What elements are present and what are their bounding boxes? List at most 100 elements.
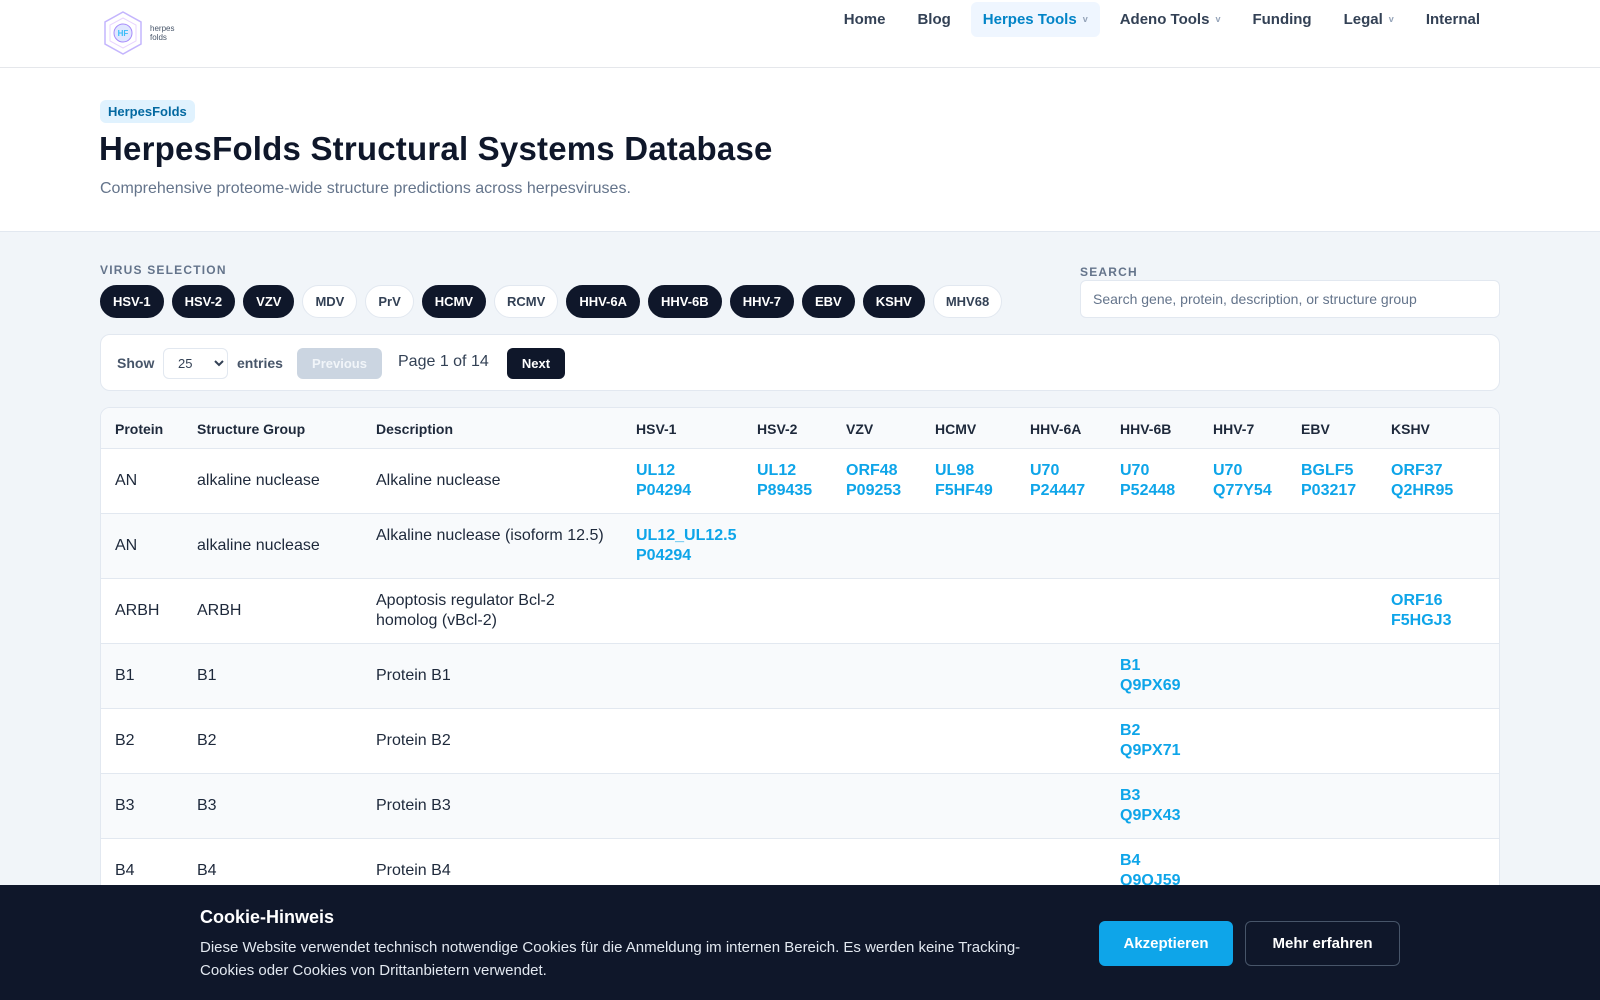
- gene-name: BGLF5: [1301, 462, 1354, 479]
- learn-more-button[interactable]: Mehr erfahren: [1245, 921, 1400, 966]
- table-header: Protein Structure Group Description HSV-1 HS…: [101, 408, 1499, 449]
- virus-chip-hcmv[interactable]: HCMV: [421, 285, 487, 318]
- virus-chip-hsv-2[interactable]: HSV-2: [171, 285, 236, 318]
- structure-link[interactable]: ORF16 F5HGJ3: [1391, 591, 1451, 631]
- structure-group-cell: B4: [197, 862, 217, 879]
- description-cell: Protein B1: [376, 667, 451, 684]
- protein-cell: B2: [115, 732, 135, 749]
- show-label: Show: [117, 355, 155, 371]
- virus-chip-hhv-6a[interactable]: HHV-6A: [566, 285, 640, 318]
- column-header-hhv-6a[interactable]: HHV-6A: [1030, 421, 1081, 437]
- column-header-ebv[interactable]: EBV: [1301, 421, 1330, 437]
- column-header-description[interactable]: Description: [376, 421, 453, 437]
- column-header-vzv[interactable]: VZV: [846, 421, 873, 437]
- structure-link[interactable]: BGLF5 P03217: [1301, 461, 1356, 501]
- page-subtitle: Comprehensive proteome-wide structure pr…: [100, 180, 631, 197]
- uniprot-accession: Q9PX43: [1120, 807, 1181, 824]
- protein-cell: ARBH: [115, 602, 160, 619]
- logo-mark-icon: HF: [100, 10, 146, 56]
- structure-link[interactable]: UL98 F5HF49: [935, 461, 993, 501]
- structure-link[interactable]: UL12 P89435: [757, 461, 812, 501]
- nav-link-legal[interactable]: Legal v: [1332, 2, 1406, 37]
- structure-link[interactable]: ORF37 Q2HR95: [1391, 461, 1453, 501]
- description-cell: Alkaline nuclease (isoform 12.5): [376, 527, 604, 544]
- table-row: ARBH ARBH Apoptosis regulator Bcl-2 homolo…: [101, 579, 1499, 644]
- structure-link[interactable]: UL12_UL12.5 P04294: [636, 526, 737, 566]
- uniprot-accession: F5HGJ3: [1391, 612, 1452, 629]
- chevron-down-icon: v: [1082, 14, 1088, 24]
- virus-selection-label: VIRUS SELECTION: [100, 263, 227, 277]
- structure-link[interactable]: U70 P24447: [1030, 461, 1085, 501]
- structure-link[interactable]: U70 P52448: [1120, 461, 1175, 501]
- column-header-hhv-7[interactable]: HHV-7: [1213, 421, 1254, 437]
- nav-link-label: Legal: [1343, 10, 1383, 28]
- virus-chip-hsv-1[interactable]: HSV-1: [100, 285, 164, 318]
- column-header-hsv-2[interactable]: HSV-2: [757, 421, 797, 437]
- page-info: Page 1 of 14: [398, 353, 489, 370]
- virus-chip-rcmv[interactable]: RCMV: [494, 285, 559, 318]
- structure-link[interactable]: U70 Q77Y54: [1213, 461, 1272, 501]
- nav-link-label: Herpes Tools: [982, 10, 1077, 28]
- virus-chip-mdv[interactable]: MDV: [302, 285, 358, 318]
- previous-button[interactable]: Previous: [297, 348, 382, 379]
- nav-link-blog[interactable]: Blog: [905, 2, 962, 37]
- search-input[interactable]: [1080, 280, 1500, 318]
- nav-link-home[interactable]: Home: [832, 2, 898, 37]
- structure-link[interactable]: B2 Q9PX71: [1120, 721, 1180, 761]
- uniprot-accession: P09253: [846, 482, 902, 499]
- protein-cell: B1: [115, 667, 135, 684]
- uniprot-accession: P89435: [757, 482, 813, 499]
- description-cell: Protein B4: [376, 862, 451, 879]
- virus-chip-group: HSV-1 HSV-2 VZV MDV PrV HCMV RCMV HHV-6A HHV-6B H…: [100, 285, 1003, 318]
- column-header-kshv[interactable]: KSHV: [1391, 421, 1430, 437]
- nav-link-adeno-tools[interactable]: Adeno Tools v: [1108, 2, 1233, 37]
- column-header-hhv-6b[interactable]: HHV-6B: [1120, 421, 1171, 437]
- column-header-protein[interactable]: Protein: [115, 421, 163, 437]
- nav-link-label: Funding: [1252, 10, 1312, 28]
- gene-name: UL12: [636, 462, 676, 479]
- uniprot-accession: P04294: [636, 547, 692, 564]
- structure-link[interactable]: B3 Q9PX43: [1120, 786, 1180, 826]
- uniprot-accession: P04294: [636, 482, 692, 499]
- nav-link-label: Home: [843, 10, 886, 28]
- uniprot-accession: F5HF49: [935, 482, 993, 499]
- gene-name: B3: [1120, 787, 1141, 804]
- gene-name: ORF48: [846, 462, 898, 479]
- logo-wordmark: herpes folds: [150, 24, 174, 42]
- uniprot-accession: Q9PX71: [1120, 742, 1181, 759]
- protein-cell: B3: [115, 797, 135, 814]
- gene-name: B4: [1120, 852, 1141, 869]
- gene-name: UL12_UL12.5: [636, 527, 737, 544]
- next-button[interactable]: Next: [507, 348, 565, 379]
- nav-links: Home Blog Herpes Tools v Adeno Tools v Funding…: [832, 0, 1492, 38]
- table-row: AN alkaline nuclease Alkaline nuclease (is…: [101, 514, 1499, 579]
- nav-link-herpes-tools[interactable]: Herpes Tools v: [970, 1, 1100, 37]
- entries-select[interactable]: 25: [163, 348, 228, 379]
- site-logo[interactable]: HF herpes folds: [100, 10, 180, 56]
- nav-link-funding[interactable]: Funding: [1240, 2, 1323, 37]
- structure-link[interactable]: ORF48 P09253: [846, 461, 901, 501]
- virus-chip-hhv-7[interactable]: HHV-7: [729, 285, 794, 318]
- virus-chip-ebv[interactable]: EBV: [801, 285, 855, 318]
- gene-name: B2: [1120, 722, 1141, 739]
- structure-link[interactable]: UL12 P04294: [636, 461, 691, 501]
- virus-chip-prv[interactable]: PrV: [365, 285, 414, 318]
- logo-text-line1: herpes: [150, 24, 175, 33]
- column-header-structure-group[interactable]: Structure Group: [197, 421, 305, 437]
- description-cell: Alkaline nuclease: [376, 472, 501, 489]
- column-header-hsv-1[interactable]: HSV-1: [636, 421, 676, 437]
- column-header-hcmv[interactable]: HCMV: [935, 421, 976, 437]
- virus-chip-mhv68[interactable]: MHV68: [932, 285, 1003, 318]
- structure-group-cell: B1: [197, 667, 217, 684]
- accept-cookies-button[interactable]: Akzeptieren: [1099, 921, 1233, 966]
- table-row: B3 B3 Protein B3 B3 Q9PX43: [101, 774, 1499, 839]
- gene-name: UL98: [935, 462, 975, 479]
- gene-name: U70: [1030, 462, 1060, 479]
- virus-chip-kshv[interactable]: KSHV: [862, 285, 925, 318]
- structure-group-cell: alkaline nuclease: [197, 537, 320, 554]
- chevron-down-icon: v: [1388, 14, 1394, 24]
- nav-link-internal[interactable]: Internal: [1414, 2, 1492, 37]
- structure-link[interactable]: B1 Q9PX69: [1120, 656, 1180, 696]
- virus-chip-vzv[interactable]: VZV: [243, 285, 295, 318]
- virus-chip-hhv-6b[interactable]: HHV-6B: [648, 285, 722, 318]
